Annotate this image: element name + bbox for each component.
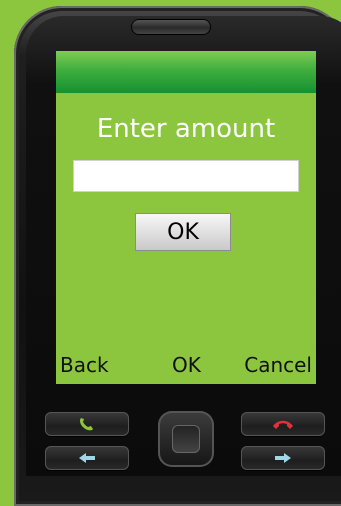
- call-icon: [80, 418, 93, 431]
- softkey-bar: Back OK Cancel: [56, 348, 316, 384]
- enter-amount-label: Enter amount: [96, 114, 276, 144]
- call-key[interactable]: [45, 412, 129, 436]
- center-select-key[interactable]: [158, 411, 214, 467]
- back-softkey[interactable]: Back: [60, 350, 109, 380]
- nav-left-key[interactable]: [45, 446, 129, 470]
- end-call-key[interactable]: [241, 412, 325, 436]
- arrow-right-icon: [275, 453, 291, 463]
- center-select-key-inner: [172, 425, 200, 453]
- ok-button[interactable]: OK: [135, 213, 231, 251]
- arrow-left-icon: [79, 453, 95, 463]
- title-bar: [56, 51, 316, 93]
- speaker-grille: [132, 20, 210, 34]
- phone-screen: Enter amount OK Back OK Cancel: [56, 51, 316, 384]
- end-call-icon: [273, 420, 293, 429]
- nav-right-key[interactable]: [241, 446, 325, 470]
- amount-input[interactable]: [73, 160, 299, 192]
- cancel-softkey[interactable]: Cancel: [244, 350, 312, 380]
- ok-softkey[interactable]: OK: [172, 350, 201, 380]
